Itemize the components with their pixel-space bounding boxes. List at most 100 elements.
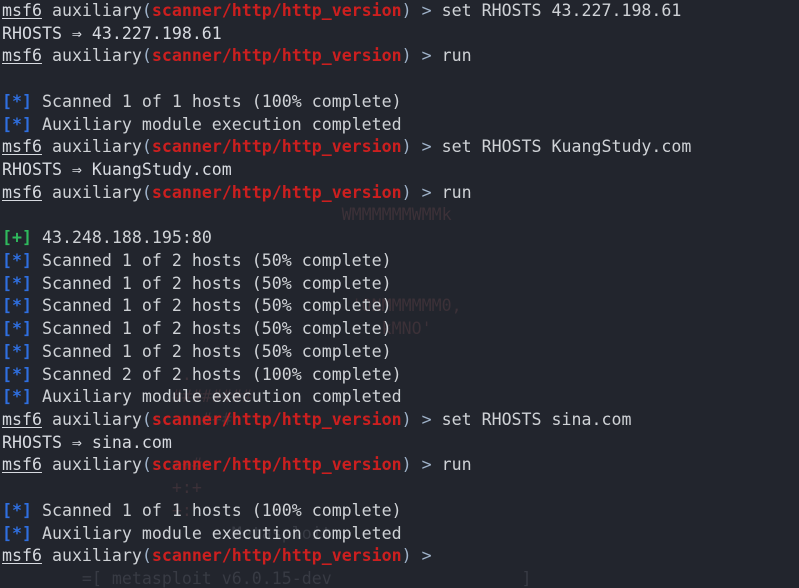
prompt-host: msf6	[2, 137, 42, 157]
status-message: Scanned 1 of 1 hosts (100% complete)	[31, 91, 402, 111]
prompt-module-path: scanner/http/http_version	[151, 1, 402, 20]
prompt-open-paren: (	[141, 182, 152, 202]
prompt-close-paren: )	[401, 409, 412, 429]
prompt-open-paren: (	[141, 137, 152, 157]
output-line: RHOSTS ⇒ KuangStudy.com	[2, 159, 799, 182]
prompt-command-word: auxiliary	[41, 455, 142, 475]
prompt-command-word: auxiliary	[41, 546, 142, 566]
output-text: RHOSTS ⇒ sina.com	[2, 432, 172, 452]
typed-command: set RHOSTS 43.227.198.61	[441, 1, 682, 20]
prompt-command-word: auxiliary	[41, 182, 142, 202]
prompt-open-paren: (	[141, 409, 152, 429]
prompt-open-paren: (	[141, 46, 152, 66]
status-badge-info: [*]	[2, 273, 32, 293]
status-line-info: [*] Scanned 1 of 1 hosts (100% complete)	[2, 91, 799, 114]
status-line-info: [*] Auxiliary module execution completed	[2, 386, 799, 409]
status-badge-info: [*]	[2, 319, 32, 339]
prompt-module-path: scanner/http/http_version	[151, 46, 402, 66]
status-line-info: [*] Scanned 1 of 2 hosts (50% complete)	[2, 295, 799, 318]
status-badge-info: [*]	[2, 250, 32, 270]
prompt-caret: >	[411, 1, 442, 20]
status-message: Scanned 1 of 2 hosts (50% complete)	[31, 273, 392, 293]
status-message: Scanned 1 of 2 hosts (50% complete)	[31, 296, 392, 316]
prompt-command-word: auxiliary	[41, 1, 142, 20]
prompt-close-paren: )	[401, 182, 412, 202]
status-message: Auxiliary module execution completed	[31, 523, 402, 543]
status-line-info: [*] Scanned 1 of 2 hosts (50% complete)	[2, 250, 799, 273]
status-line-info: [*] Scanned 2 of 2 hosts (100% complete)	[2, 364, 799, 387]
status-message: Scanned 1 of 2 hosts (50% complete)	[31, 341, 392, 361]
status-message: Scanned 1 of 2 hosts (50% complete)	[31, 319, 392, 339]
prompt-host: msf6	[2, 1, 42, 20]
prompt-caret: >	[411, 46, 442, 66]
prompt-line: msf6 auxiliary(scanner/http/http_version…	[2, 45, 799, 68]
typed-command: run	[441, 182, 472, 202]
prompt-host: msf6	[2, 455, 42, 475]
prompt-line: msf6 auxiliary(scanner/http/http_version…	[2, 136, 799, 159]
status-line-info: [*] Auxiliary module execution completed	[2, 114, 799, 137]
status-badge-info: [*]	[2, 114, 32, 134]
typed-command: run	[441, 46, 472, 66]
prompt-line: msf6 auxiliary(scanner/http/http_version…	[2, 454, 799, 477]
typed-command: run	[441, 455, 472, 475]
status-line-info: [*] Scanned 1 of 1 hosts (100% complete)	[2, 500, 799, 523]
prompt-module-path: scanner/http/http_version	[151, 137, 402, 157]
status-line-good: [+] 43.248.188.195:80	[2, 227, 799, 250]
prompt-caret: >	[411, 546, 442, 566]
prompt-line: msf6 auxiliary(scanner/http/http_version…	[2, 409, 799, 432]
prompt-line: msf6 auxiliary(scanner/http/http_version…	[2, 545, 799, 568]
status-line-info: [*] Scanned 1 of 2 hosts (50% complete)	[2, 341, 799, 364]
status-line-info: [*] Auxiliary module execution completed	[2, 523, 799, 546]
prompt-command-word: auxiliary	[41, 137, 142, 157]
prompt-host: msf6	[2, 409, 42, 429]
prompt-close-paren: )	[401, 46, 412, 66]
status-badge-good: [+]	[2, 228, 32, 248]
status-badge-info: [*]	[2, 91, 32, 111]
typed-command: set RHOSTS KuangStudy.com	[441, 137, 692, 157]
prompt-module-path: scanner/http/http_version	[151, 182, 402, 202]
prompt-caret: >	[411, 137, 442, 157]
status-message: Auxiliary module execution completed	[31, 114, 402, 134]
prompt-close-paren: )	[401, 455, 412, 475]
prompt-caret: >	[411, 182, 442, 202]
prompt-line: msf6 auxiliary(scanner/http/http_version…	[2, 182, 799, 205]
status-badge-info: [*]	[2, 296, 32, 316]
terminal-window[interactable]: WMMMMMMWMMk 'ONMMMMMM0, kMNO' .. #######…	[0, 0, 799, 588]
typed-command: set RHOSTS sina.com	[441, 409, 632, 429]
status-badge-info: [*]	[2, 341, 32, 361]
prompt-module-path: scanner/http/http_version	[151, 409, 402, 429]
status-message: Auxiliary module execution completed	[31, 387, 402, 407]
status-message: Scanned 2 of 2 hosts (100% complete)	[31, 364, 402, 384]
output-line: RHOSTS ⇒ sina.com	[2, 432, 799, 455]
terminal-scrollback: msf6 auxiliary(scanner/http/http_version…	[0, 0, 799, 568]
prompt-open-paren: (	[141, 546, 152, 566]
output-text: RHOSTS ⇒ KuangStudy.com	[2, 160, 232, 180]
prompt-line: msf6 auxiliary(scanner/http/http_version…	[2, 0, 799, 23]
output-line: RHOSTS ⇒ 43.227.198.61	[2, 23, 799, 46]
status-badge-info: [*]	[2, 523, 32, 543]
status-badge-info: [*]	[2, 500, 32, 520]
status-line-info: [*] Scanned 1 of 2 hosts (50% complete)	[2, 273, 799, 296]
status-message: Scanned 1 of 2 hosts (50% complete)	[31, 250, 392, 270]
status-message: Scanned 1 of 1 hosts (100% complete)	[31, 500, 402, 520]
prompt-close-paren: )	[401, 546, 412, 566]
prompt-open-paren: (	[141, 1, 152, 20]
prompt-command-word: auxiliary	[41, 409, 142, 429]
prompt-caret: >	[411, 455, 442, 475]
prompt-close-paren: )	[401, 137, 412, 157]
prompt-module-path: scanner/http/http_version	[151, 546, 402, 566]
prompt-host: msf6	[2, 182, 42, 202]
status-line-info: [*] Scanned 1 of 2 hosts (50% complete)	[2, 318, 799, 341]
output-text: RHOSTS ⇒ 43.227.198.61	[2, 23, 222, 43]
prompt-host: msf6	[2, 46, 42, 66]
prompt-module-path: scanner/http/http_version	[151, 455, 402, 475]
prompt-command-word: auxiliary	[41, 46, 142, 66]
prompt-open-paren: (	[141, 455, 152, 475]
prompt-close-paren: )	[401, 1, 412, 20]
prompt-host: msf6	[2, 546, 42, 566]
status-badge-info: [*]	[2, 387, 32, 407]
status-message: 43.248.188.195:80	[31, 228, 212, 248]
